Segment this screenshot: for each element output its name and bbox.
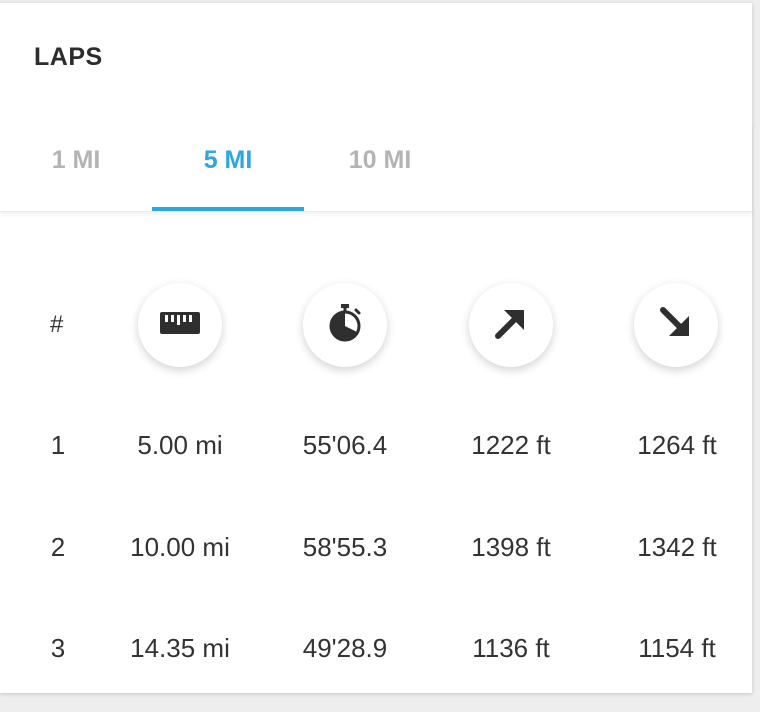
tab-10-mi[interactable]: 10 MI — [304, 121, 456, 209]
lap-ascent: 1398 ft — [471, 532, 551, 562]
tab-1-mi[interactable]: 1 MI — [0, 121, 152, 209]
table-row: 3 14.35 mi 49'28.9 1136 ft 1154 ft — [0, 633, 752, 683]
lap-ascent: 1222 ft — [471, 430, 551, 460]
descent-column-header — [634, 283, 718, 367]
active-tab-indicator — [152, 207, 304, 211]
index-column-header: # — [50, 311, 64, 338]
ascent-column-header — [469, 283, 553, 367]
lap-time: 55'06.4 — [302, 430, 388, 460]
time-column-header — [303, 283, 387, 367]
lap-time: 58'55.3 — [302, 532, 388, 562]
lap-index: 1 — [50, 430, 66, 460]
stopwatch-icon — [327, 303, 363, 347]
table-header-row: # — [0, 283, 752, 373]
lap-distance: 10.00 mi — [130, 532, 230, 562]
lap-distance: 14.35 mi — [130, 633, 230, 663]
lap-distance-tabs: 1 MI 5 MI 10 MI — [0, 121, 752, 212]
lap-ascent: 1136 ft — [472, 633, 550, 663]
lap-descent: 1342 ft — [637, 532, 717, 562]
laps-card: LAPS 1 MI 5 MI 10 MI # 1 5.00 mi 55'06.4… — [0, 3, 752, 693]
section-title: LAPS — [34, 43, 103, 71]
tab-5-mi[interactable]: 5 MI — [152, 121, 304, 209]
lap-index: 2 — [50, 532, 66, 562]
ruler-icon — [160, 311, 200, 339]
table-row: 2 10.00 mi 58'55.3 1398 ft 1342 ft — [0, 532, 752, 582]
arrow-down-right-icon — [659, 306, 693, 345]
lap-descent: 1264 ft — [637, 430, 717, 460]
table-row: 1 5.00 mi 55'06.4 1222 ft 1264 ft — [0, 430, 752, 480]
lap-time: 49'28.9 — [302, 633, 388, 663]
distance-column-header — [138, 283, 222, 367]
arrow-up-right-icon — [494, 306, 528, 345]
lap-distance: 5.00 mi — [137, 430, 223, 460]
lap-descent: 1154 ft — [638, 633, 716, 663]
lap-index: 3 — [50, 633, 66, 663]
